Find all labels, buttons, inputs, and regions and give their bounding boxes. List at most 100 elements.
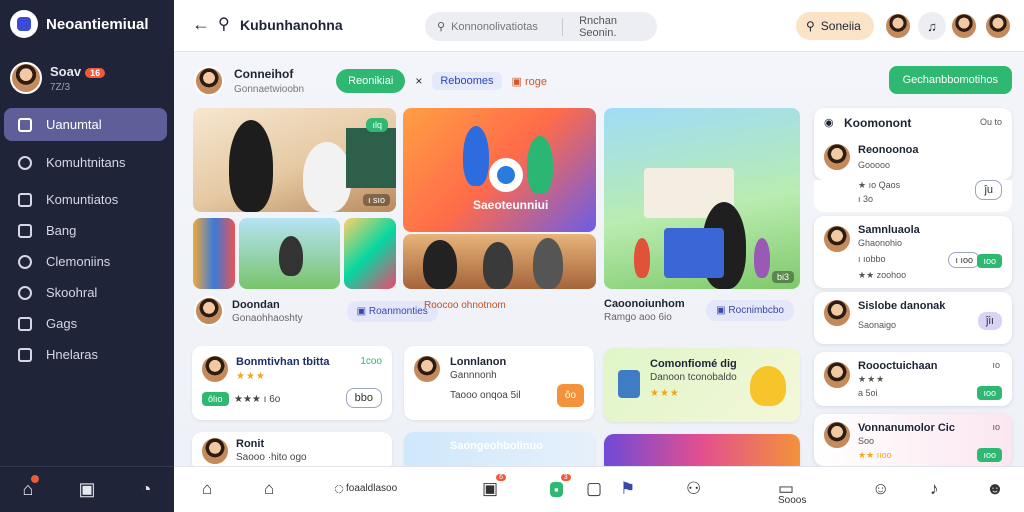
card-button[interactable]: bbo bbox=[345, 388, 382, 408]
profile-name: Soav bbox=[50, 63, 82, 79]
sidebar-item-5[interactable]: Clemoniins bbox=[4, 246, 167, 277]
panel-item-sub: Saonaigo bbox=[858, 320, 897, 330]
brand[interactable]: Neoantiemiual bbox=[10, 10, 149, 38]
media-image[interactable]: Saeoteunniui bbox=[403, 108, 596, 232]
avatar bbox=[822, 420, 852, 450]
sidebar-item-4[interactable]: Bang bbox=[4, 215, 167, 246]
group-icon[interactable]: ☺ bbox=[872, 479, 889, 499]
panel-item-button[interactable]: ıoo bbox=[977, 254, 1002, 268]
media-caption: Roocoo ohnotnom bbox=[424, 298, 506, 311]
card-title: Saongeohbolinuo bbox=[450, 440, 543, 452]
media-caption: Caoonoiunhom Ramgo aoo 6io ▣ Rocnimbcbo bbox=[604, 298, 794, 323]
profile-icon[interactable]: ◔ bbox=[141, 479, 152, 500]
sidebar-item-7[interactable]: Gags bbox=[4, 308, 167, 339]
sidebar: Neoantiemiual Soav 16 7Z/3 Uanumtal Komuh… bbox=[0, 0, 174, 512]
home-icon[interactable]: ⌂ bbox=[202, 479, 212, 499]
chat-icon-2[interactable]: ▢ bbox=[586, 479, 602, 499]
panel-item-title: Sislobe danonak bbox=[858, 300, 946, 312]
bottom-label[interactable]: foaaldlasoo bbox=[346, 483, 397, 494]
list-icon bbox=[18, 192, 32, 207]
sidebar-item-label: Hnelaras bbox=[46, 347, 99, 362]
content-card[interactable]: Comonfiomé dig Danoon tconobaldo ★★★ bbox=[604, 348, 800, 422]
card-button[interactable]: ôo bbox=[556, 384, 584, 407]
content-card[interactable]: Bonmtivhan tbitta ★★★ 1coo ôlıo ★★★ ı 6o… bbox=[192, 346, 392, 420]
avatar bbox=[10, 62, 42, 94]
person-figure bbox=[754, 238, 770, 278]
right-panel-card[interactable]: ◉ Koomonont Ou to Reonoonoa Gooooo bbox=[814, 108, 1012, 180]
sidebar-item-1[interactable]: Uanumtal bbox=[4, 108, 167, 141]
panel-item-pill[interactable]: ı ıoo bbox=[948, 252, 980, 268]
person-figure bbox=[483, 242, 513, 289]
sidebar-item-6[interactable]: Skoohral bbox=[4, 277, 167, 308]
avatar bbox=[200, 436, 230, 466]
avatar bbox=[412, 354, 442, 384]
tag-label: roge bbox=[524, 75, 548, 88]
right-panel-card[interactable]: Roooctuichaan ★★★ a 5oi ıo ıoo bbox=[814, 352, 1012, 406]
thumbnail[interactable] bbox=[239, 218, 340, 289]
search-icon: ⚲ bbox=[437, 21, 446, 33]
panel-item-button[interactable]: ĵu bbox=[975, 180, 1002, 200]
card-rating-text: ★★★ ı 6o bbox=[234, 394, 281, 405]
profile[interactable]: Soav 16 7Z/3 bbox=[10, 62, 106, 94]
search-pill-label: Soneiia bbox=[820, 19, 861, 33]
camera-icon[interactable]: ▣ 6 bbox=[482, 474, 507, 499]
sidebar-bottom-bar: ⌂ ▣ ◔ bbox=[0, 466, 174, 512]
right-panel-card[interactable]: Vonnanumolor Cic Soo ★★ ııoo ıo ıoo bbox=[814, 414, 1012, 466]
tag-link[interactable]: ▣ roge bbox=[512, 75, 547, 88]
search-tab[interactable]: Rnchan Seonin. bbox=[579, 15, 657, 39]
panel-item-count: ı 3o bbox=[858, 194, 874, 204]
notification-icon[interactable]: ♫ bbox=[918, 12, 946, 40]
sidebar-item-3[interactable]: Komuntiatos bbox=[4, 184, 167, 215]
avatar[interactable] bbox=[884, 12, 912, 40]
flag-icon[interactable]: ⚑ bbox=[620, 479, 635, 499]
media-image[interactable] bbox=[403, 234, 596, 289]
notification-badge: 3 bbox=[560, 474, 571, 481]
card-aside: 1coo bbox=[360, 356, 382, 367]
avatar[interactable] bbox=[950, 12, 978, 40]
primary-action-button[interactable]: Gechanbbomotihos bbox=[888, 66, 1012, 94]
thumbnail[interactable] bbox=[344, 218, 396, 289]
author-name: Conneihof bbox=[234, 67, 294, 81]
follow-button[interactable]: Reonikiai bbox=[336, 69, 406, 93]
search-pill-button[interactable]: ⚲ Soneiia bbox=[796, 12, 874, 40]
gallery-icon[interactable]: ▣ bbox=[78, 479, 95, 500]
right-panel-card[interactable]: Sislobe danonak Saonaigo ĵiı bbox=[814, 292, 1012, 344]
content-card[interactable]: Lonnlanon Gannnonh Taooo onqoa 5il ôo bbox=[404, 346, 594, 420]
bell-icon[interactable]: ♪ bbox=[930, 479, 939, 499]
card-badge[interactable]: ôlıo bbox=[202, 392, 229, 406]
house-icon[interactable]: ⌂ bbox=[264, 479, 274, 499]
panel-title: Koomonont bbox=[844, 116, 912, 130]
caption-button[interactable]: ▣ Rocnimbcbo bbox=[706, 300, 794, 321]
avatar[interactable] bbox=[984, 12, 1012, 40]
person-figure bbox=[423, 240, 457, 289]
media-image[interactable]: bi3 bbox=[604, 108, 800, 289]
avatar bbox=[822, 224, 852, 254]
bottom-bar: ⌂ ⌂ ◌ foaaldlasoo ▣ 6 ▪ 3 ▢ ⚑ ⚇ ▭ Sooos ☺ … bbox=[174, 466, 1024, 512]
home-icon[interactable]: ⌂ bbox=[23, 475, 40, 500]
search-icon[interactable]: ⚲ bbox=[218, 14, 230, 34]
people-icon[interactable]: ⚇ bbox=[686, 479, 701, 499]
right-panel-card[interactable]: Samnluaola Ghaonohio ı ıobbo ı ıoo ıoo ★… bbox=[814, 216, 1012, 288]
sidebar-item-8[interactable]: Hnelaras bbox=[4, 339, 167, 370]
media-image[interactable]: ılq ı sıo bbox=[193, 108, 396, 212]
sidebar-item-2[interactable]: Komuhtnitans bbox=[4, 147, 167, 178]
panel-item-button[interactable]: ĵiı bbox=[978, 312, 1002, 330]
caption-title: Doondan bbox=[232, 298, 280, 311]
chat-icon[interactable]: ◌ bbox=[334, 479, 344, 499]
smile-icon[interactable]: ☻ bbox=[986, 479, 1004, 499]
avatar[interactable] bbox=[194, 66, 224, 96]
media-caption: Doondan Gonaohhaoshty ▣ Roanmonties bbox=[194, 296, 438, 326]
app-name: Neoantiemiual bbox=[46, 15, 149, 33]
panel-item-button[interactable]: ıoo bbox=[977, 386, 1002, 400]
avatar[interactable] bbox=[194, 296, 224, 326]
back-arrow-icon[interactable]: ← bbox=[192, 14, 210, 35]
close-icon[interactable]: × bbox=[415, 74, 422, 88]
thumbnail[interactable] bbox=[193, 218, 235, 289]
search-input[interactable] bbox=[451, 20, 547, 33]
bottom-label[interactable]: Sooos bbox=[778, 495, 806, 506]
panel-item-button[interactable]: ıoo bbox=[977, 448, 1002, 462]
tag-button[interactable]: Reboomes bbox=[432, 72, 502, 90]
search-bar[interactable]: ⚲ Rnchan Seonin. bbox=[425, 12, 657, 41]
chat-green-icon[interactable]: ▪ 3 bbox=[550, 474, 571, 499]
app-logo-icon bbox=[10, 10, 38, 38]
